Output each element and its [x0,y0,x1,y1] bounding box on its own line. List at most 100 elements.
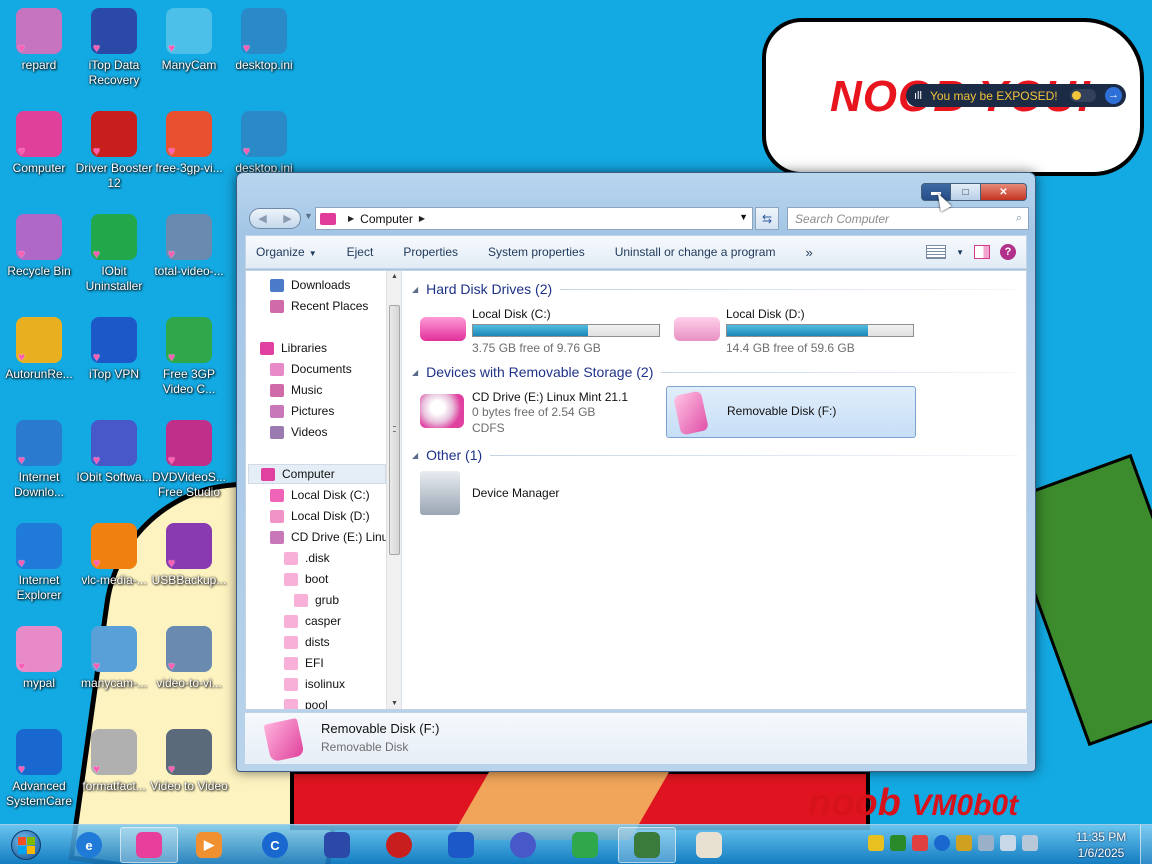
scroll-down-icon[interactable]: ▼ [391,700,398,707]
organize-button[interactable]: Organize ▼ [256,245,317,259]
desktop-icon[interactable]: ♥ IObit Uninstaller [75,214,153,294]
collapse-triangle-icon[interactable]: ◢ [412,368,418,377]
view-dropdown-icon[interactable]: ▼ [956,248,964,257]
taskbar-clock[interactable]: 11:35 PM 1/6/2025 [1070,829,1132,861]
drive-tile-c[interactable]: Local Disk (C:) 3.75 GB free of 9.76 GB [412,305,662,357]
notification-toggle[interactable] [1070,89,1096,102]
taskbar-driver-booster[interactable] [370,827,428,863]
navigation-scrollbar[interactable]: ▲ ▼ [386,271,401,709]
tray-app-icon[interactable] [890,835,906,851]
desktop-icon[interactable]: ♥ Advanced SystemCare [0,729,78,809]
desktop-icon[interactable]: ♥ iTop VPN [75,317,153,382]
recent-pages-dropdown-icon[interactable]: ▼ [304,211,313,221]
desktop-icon[interactable]: ♥ desktop.ini [225,111,303,176]
desktop-icon[interactable]: ♥ iTop Data Recovery [75,8,153,88]
nav-item[interactable]: casper [284,611,341,631]
desktop-icon[interactable]: ♥ ManyCam [150,8,228,73]
desktop-icon[interactable]: ♥ Internet Downlo... [0,420,78,500]
search-icon[interactable]: ⌕ [1016,212,1022,225]
tray-network-icon[interactable] [868,835,884,851]
preview-pane-icon[interactable] [974,245,990,259]
nav-item[interactable]: Local Disk (C:) [270,485,370,505]
nav-item[interactable]: Pictures [270,401,334,421]
taskbar-terminal[interactable] [618,827,676,863]
nav-item[interactable]: Libraries [260,338,327,358]
properties-button[interactable]: Properties [403,245,458,259]
exposed-notification[interactable]: ıll You may be EXPOSED! → [906,84,1126,107]
uninstall-program-button[interactable]: Uninstall or change a program [615,245,776,259]
collapse-triangle-icon[interactable]: ◢ [412,285,418,294]
nav-item[interactable]: .disk [284,548,330,568]
nav-item[interactable]: grub [294,590,339,610]
nav-item[interactable]: Documents [270,359,352,379]
nav-item[interactable]: boot [284,569,328,589]
nav-item[interactable]: Downloads [270,275,350,295]
breadcrumb-computer[interactable]: Computer [360,212,413,226]
desktop-icon[interactable]: ♥ Internet Explorer [0,523,78,603]
maximize-button[interactable]: □ [951,183,981,201]
address-bar[interactable]: ▶ Computer ▶ ▼ [315,207,753,230]
tray-security-icon[interactable] [912,835,928,851]
taskbar-3gp-converter[interactable] [556,827,614,863]
group-removable-storage[interactable]: ◢ Devices with Removable Storage (2) [412,362,1018,382]
desktop-icon[interactable]: ♥ video-to-vi... [150,626,228,691]
scrollbar-thumb[interactable] [389,305,400,555]
system-properties-button[interactable]: System properties [488,245,585,259]
drive-tile-e[interactable]: CD Drive (E:) Linux Mint 21.1 0 bytes fr… [412,388,662,440]
arrow-right-icon[interactable]: → [1105,87,1122,104]
nav-item[interactable]: Videos [270,422,327,442]
close-button[interactable]: ✕ [981,183,1027,201]
desktop-icon[interactable]: ♥ DVDVideoS... Free Studio [150,420,228,500]
desktop-icon[interactable]: ♥ formatfact... [75,729,153,794]
group-hard-disk-drives[interactable]: ◢ Hard Disk Drives (2) [412,279,1018,299]
nav-item[interactable]: Recent Places [270,296,368,316]
address-dropdown-icon[interactable]: ▼ [739,212,748,222]
desktop-icon[interactable]: ♥ Video to Video [150,729,228,794]
desktop-icon[interactable]: ♥ free-3gp-vi... [150,111,228,176]
nav-item[interactable]: Music [270,380,322,400]
desktop-icon[interactable]: ♥ desktop.ini [225,8,303,73]
taskbar-advanced-systemcare[interactable]: C [246,827,304,863]
collapse-triangle-icon[interactable]: ◢ [412,451,418,460]
desktop-icon[interactable]: ♥ Free 3GP Video C... [150,317,228,397]
taskbar-explorer[interactable] [120,827,178,863]
desktop-icon[interactable]: ♥ repard [0,8,78,73]
drive-tile-f[interactable]: Removable Disk (F:) [666,386,916,438]
tray-shield-icon[interactable] [956,835,972,851]
desktop-icon[interactable]: ♥ manycam-... [75,626,153,691]
breadcrumb-separator-icon[interactable]: ▶ [348,214,354,223]
drive-tile-d[interactable]: Local Disk (D:) 14.4 GB free of 59.6 GB [666,305,916,357]
desktop-icon[interactable]: ♥ mypal [0,626,78,691]
more-commands-button[interactable]: » [805,245,812,260]
forward-arrow-icon[interactable]: ▶ [283,212,291,225]
change-view-icon[interactable] [926,245,947,259]
desktop-icon[interactable]: ♥ vlc-media-... [75,523,153,588]
taskbar-internet-explorer[interactable]: e [60,827,118,863]
desktop-icon[interactable]: ♥ Computer [0,111,78,176]
breadcrumb-separator-icon[interactable]: ▶ [419,214,425,223]
taskbar-media-player[interactable]: ▶ [180,827,238,863]
search-input[interactable]: Search Computer ⌕ [787,207,1029,230]
tray-systemcare-icon[interactable] [934,835,950,851]
desktop-icon[interactable]: ♥ Recycle Bin [0,214,78,279]
nav-item[interactable]: pool [284,695,328,709]
refresh-button[interactable]: ⇆ [755,207,779,230]
nav-item[interactable]: CD Drive (E:) Linux Mint 21.1 [270,527,401,547]
tray-usb-icon[interactable] [978,835,994,851]
back-arrow-icon[interactable]: ◀ [258,212,266,225]
desktop-icon[interactable]: ♥ USBBackup... [150,523,228,588]
taskbar-iobit-software[interactable] [494,827,552,863]
nav-item[interactable]: Computer [248,464,386,484]
nav-item[interactable]: Local Disk (D:) [270,506,370,526]
group-other[interactable]: ◢ Other (1) [412,445,1018,465]
desktop-icon[interactable]: ♥ total-video-... [150,214,228,279]
nav-item[interactable]: dists [284,632,330,652]
nav-item[interactable]: isolinux [284,674,345,694]
desktop-icon[interactable]: ♥ AutorunRe... [0,317,78,382]
eject-button[interactable]: Eject [347,245,374,259]
help-icon[interactable]: ? [1000,244,1016,260]
device-manager-tile[interactable]: Device Manager [412,469,662,521]
desktop-icon[interactable]: ♥ IObit Softwa... [75,420,153,485]
desktop-icon[interactable]: ♥ Driver Booster 12 [75,111,153,191]
taskbar-raccoon-app[interactable] [680,827,738,863]
